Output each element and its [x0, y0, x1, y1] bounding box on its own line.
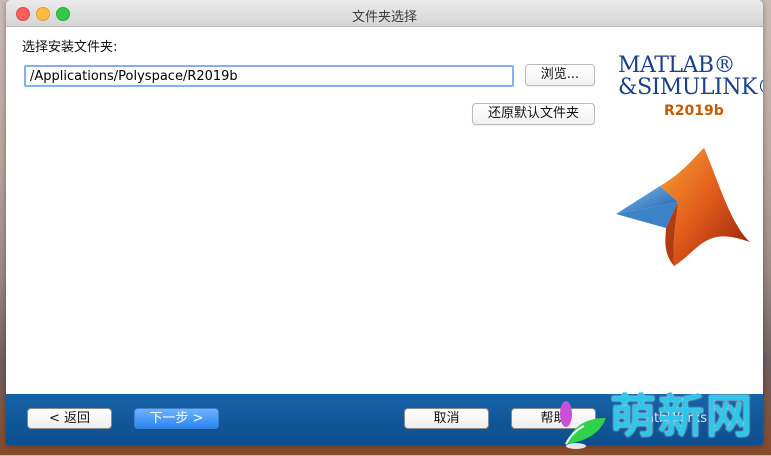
matlab-simulink-logo: MATLAB® &SIMULINK® R2019b: [614, 53, 763, 123]
title-bar[interactable]: 文件夹选择: [6, 0, 763, 27]
install-folder-label: 选择安装文件夹:: [22, 40, 118, 55]
matlab-membrane-icon: [616, 148, 750, 266]
logo-simulink-text: &SIMULINK®: [618, 75, 763, 100]
install-path-input[interactable]: [24, 65, 514, 87]
back-button[interactable]: < 返回: [27, 408, 112, 429]
next-button[interactable]: 下一步 >: [134, 408, 219, 429]
watermark-text: 萌新网: [610, 389, 754, 443]
restore-default-folder-button[interactable]: 还原默认文件夹: [472, 103, 595, 125]
watermark-overlay: 萌新网: [552, 384, 767, 452]
window-title: 文件夹选择: [351, 10, 417, 25]
release-badge: R2019b: [664, 103, 724, 119]
folder-selection-panel: 选择安装文件夹: 浏览... 还原默认文件夹 MATLAB® &SIMULINK…: [6, 27, 763, 394]
cancel-button[interactable]: 取消: [404, 408, 489, 429]
browse-button[interactable]: 浏览...: [525, 64, 595, 86]
leaf-sprout-icon: [560, 401, 606, 449]
installer-window: 文件夹选择 选择安装文件夹: 浏览... 还原默认文件夹 MATLAB® &SI…: [6, 0, 763, 445]
